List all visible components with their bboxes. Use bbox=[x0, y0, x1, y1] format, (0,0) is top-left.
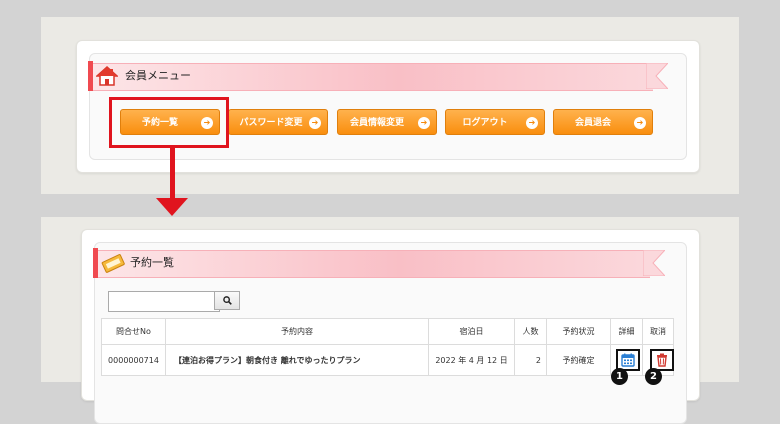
marker-2: 2 bbox=[645, 368, 662, 385]
column-header: 問合せNo bbox=[102, 319, 166, 345]
reservation-table: 問合せNo 予約内容 宿泊日 人数 予約状況 詳細 取消 0000000714 … bbox=[101, 318, 674, 376]
column-header: 予約内容 bbox=[166, 319, 429, 345]
house-icon bbox=[96, 66, 118, 86]
column-header: 取消 bbox=[643, 319, 674, 345]
reservation-number: 0000000714 bbox=[102, 345, 166, 376]
table-header-row: 問合せNo 予約内容 宿泊日 人数 予約状況 詳細 取消 bbox=[102, 319, 674, 345]
marker-1: 1 bbox=[611, 368, 628, 385]
arrow-down-icon bbox=[156, 198, 188, 216]
column-header: 詳細 bbox=[611, 319, 643, 345]
search-input[interactable] bbox=[108, 291, 220, 312]
table-row: 0000000714 【連泊お得プラン】朝食付き 離れでゆったりプラン 2022… bbox=[102, 345, 674, 376]
arrow-right-icon: ➔ bbox=[309, 117, 321, 129]
member-menu-title: 会員メニュー bbox=[125, 63, 191, 89]
arrow-right-icon: ➔ bbox=[418, 117, 430, 129]
logout-button[interactable]: ログアウト ➔ bbox=[445, 109, 545, 135]
reservation-status: 予約確定 bbox=[547, 345, 611, 376]
password-change-button[interactable]: パスワード変更 ➔ bbox=[228, 109, 328, 135]
member-info-change-button[interactable]: 会員情報変更 ➔ bbox=[337, 109, 437, 135]
reservation-list-title: 予約一覧 bbox=[130, 250, 174, 276]
search-button[interactable] bbox=[214, 291, 240, 310]
ribbon-tail bbox=[643, 250, 665, 276]
member-menu-ribbon: 会員メニュー bbox=[88, 63, 668, 89]
stay-date: 2022 年 4 月 12 日 bbox=[429, 345, 515, 376]
column-header: 予約状況 bbox=[547, 319, 611, 345]
reservation-content: 【連泊お得プラン】朝食付き 離れでゆったりプラン bbox=[166, 345, 429, 376]
arrow-right-icon: ➔ bbox=[634, 117, 646, 129]
guest-count: 2 bbox=[515, 345, 547, 376]
trash-icon bbox=[655, 353, 669, 367]
ribbon-tail bbox=[646, 63, 668, 89]
member-withdraw-button[interactable]: 会員退会 ➔ bbox=[553, 109, 653, 135]
calendar-icon bbox=[621, 353, 635, 367]
column-header: 人数 bbox=[515, 319, 547, 345]
search-bar bbox=[108, 291, 239, 310]
column-header: 宿泊日 bbox=[429, 319, 515, 345]
highlight-box bbox=[109, 97, 229, 148]
arrow-line bbox=[170, 148, 175, 200]
search-icon bbox=[223, 296, 232, 305]
ticket-icon bbox=[101, 252, 125, 274]
arrow-right-icon: ➔ bbox=[526, 117, 538, 129]
reservation-list-ribbon: 予約一覧 bbox=[93, 250, 673, 276]
